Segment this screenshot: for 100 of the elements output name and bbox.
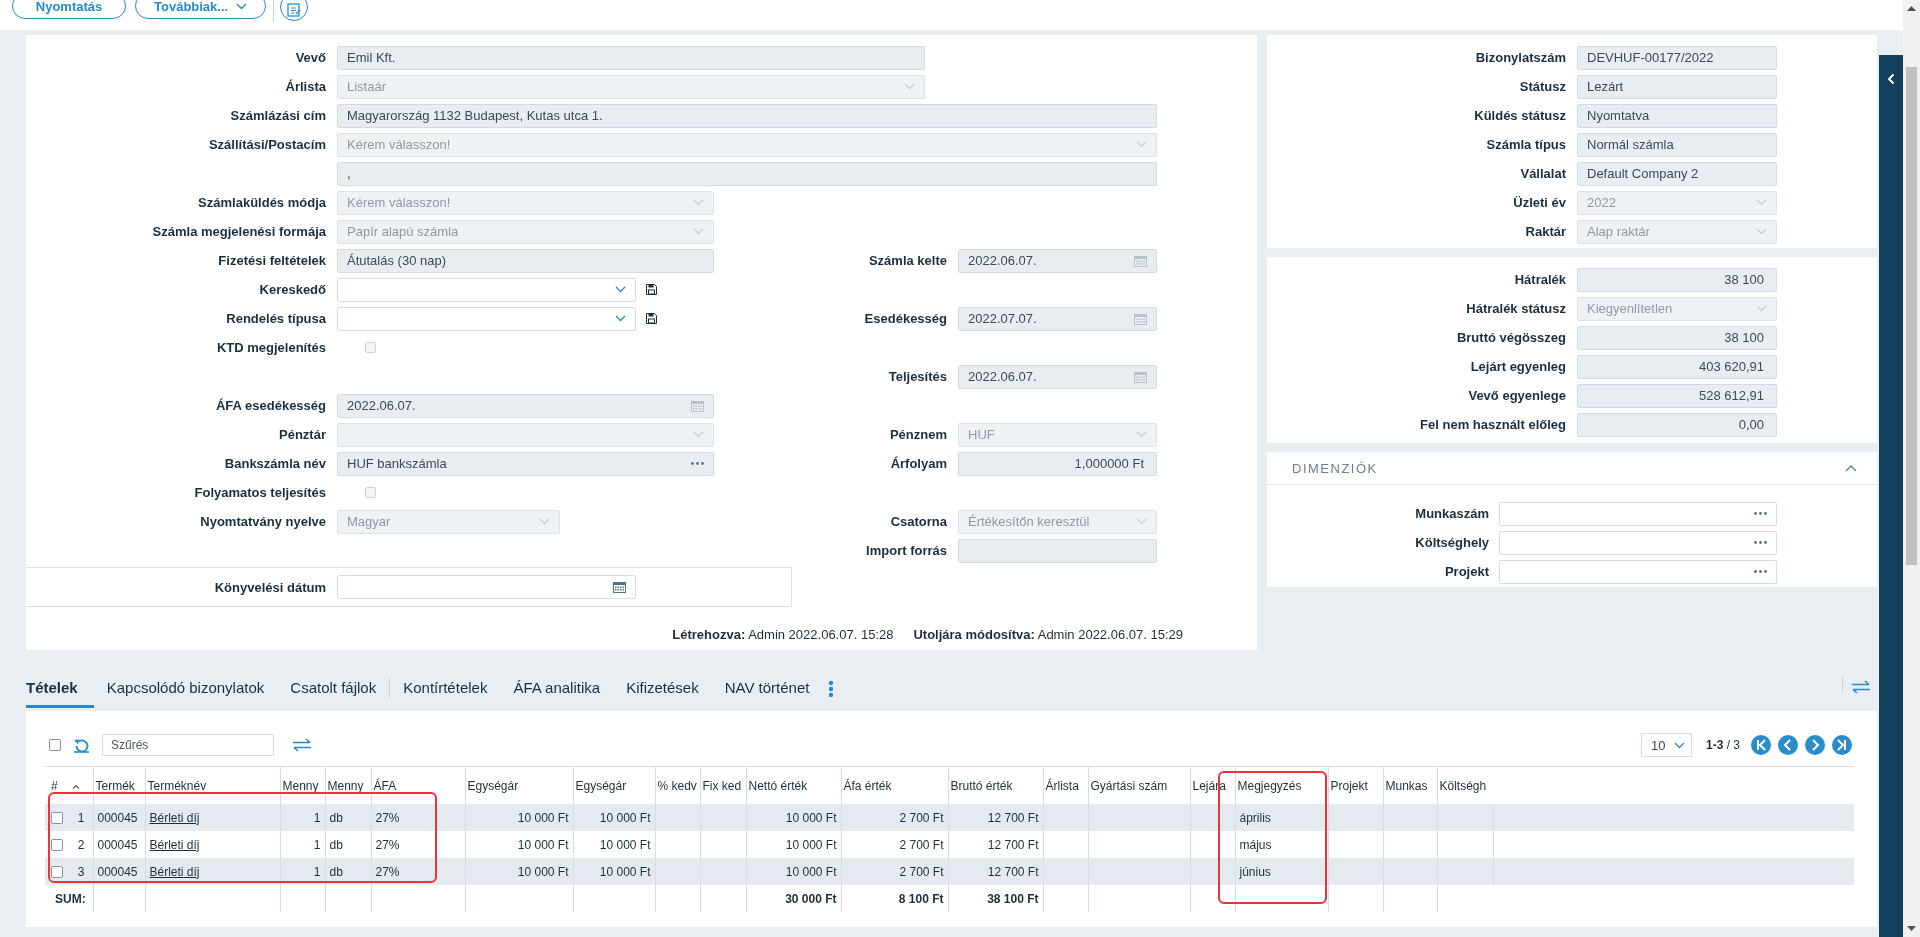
dropdown-field[interactable]: [337, 277, 636, 302]
column-header[interactable]: Fix ked: [702, 778, 742, 793]
tab[interactable]: Kapcsolódó bizonylatok: [93, 670, 278, 708]
field-label: Fizetési feltételek: [218, 253, 326, 268]
field-label: Csatorna: [890, 514, 947, 529]
checkbox[interactable]: [51, 865, 63, 878]
chevron-down-icon: [1136, 518, 1147, 525]
swap-icon[interactable]: [1851, 680, 1871, 694]
field-label: Munkaszám: [1415, 506, 1489, 521]
table-cell: 12 700 Ft: [948, 804, 1043, 831]
field-label: Számla típus: [1486, 137, 1566, 152]
tab[interactable]: ÁFA analitika: [500, 670, 614, 708]
column-header[interactable]: Egységár: [575, 778, 627, 793]
field-label: Import forrás: [866, 543, 947, 558]
more-vertical-icon[interactable]: [828, 680, 835, 698]
product-link[interactable]: Bérleti díj: [149, 837, 200, 852]
previous-page-button[interactable]: [1778, 735, 1798, 755]
checkbox[interactable]: [51, 838, 63, 851]
calendar-icon: [1134, 254, 1147, 267]
checkbox[interactable]: [49, 739, 61, 751]
column-header[interactable]: Menny: [282, 778, 319, 793]
more-icon: [1754, 512, 1767, 515]
field-label: Bruttó végösszeg: [1456, 330, 1566, 345]
column-header[interactable]: Nettó érték: [748, 778, 808, 793]
field-label: Folyamatos teljesítés: [194, 485, 326, 500]
column-header[interactable]: ÁFA: [373, 778, 397, 793]
sort-icon[interactable]: [71, 783, 80, 789]
save-icon[interactable]: [646, 313, 657, 324]
field-label: Státusz: [1519, 79, 1566, 94]
more-icon: [691, 462, 704, 465]
chevron-down-icon: [615, 286, 626, 293]
notes-button[interactable]: [280, 0, 309, 21]
total-cell: 8 100 Ft: [841, 885, 948, 912]
table-cell: db: [325, 858, 371, 885]
dropdown-field[interactable]: [337, 306, 636, 331]
tab[interactable]: NAV történet: [711, 670, 823, 708]
scroll-up-icon[interactable]: [1907, 6, 1916, 11]
lookup-field[interactable]: [1499, 501, 1777, 526]
scroll-down-icon[interactable]: [1907, 926, 1916, 931]
table-cell: 1: [280, 804, 325, 831]
sum-label: SUM:: [45, 885, 93, 912]
lookup-field[interactable]: [1499, 530, 1777, 555]
column-header[interactable]: Gyártási szám: [1090, 778, 1168, 793]
table-cell: 000045: [93, 858, 145, 885]
field-label: Árlista: [285, 79, 326, 94]
print-button[interactable]: Nyomtatás: [12, 0, 126, 19]
column-header[interactable]: Megjegyzés: [1237, 778, 1302, 793]
scrollbar[interactable]: [1903, 0, 1920, 937]
page-range: 1-3 / 3: [1705, 738, 1740, 752]
chevron-down-icon: [615, 315, 626, 322]
tab[interactable]: Tételek: [26, 670, 94, 708]
field-label: Számla kelte: [868, 253, 947, 268]
chevron-down-icon: [1756, 228, 1767, 235]
filter-field[interactable]: Szűrés: [102, 734, 274, 756]
tab[interactable]: Csatolt fájlok: [277, 670, 390, 708]
page-size-dropdown[interactable]: 10: [1640, 733, 1692, 757]
row-number: 1: [77, 810, 85, 825]
field-label: Költséghely: [1415, 535, 1489, 550]
save-icon[interactable]: [646, 284, 657, 295]
more-menu-button[interactable]: Továbbiak...: [135, 0, 267, 19]
column-header[interactable]: Egységár: [467, 778, 519, 793]
column-header[interactable]: Termék: [95, 778, 135, 793]
column-header[interactable]: % kedv: [657, 778, 697, 793]
field-label: Rendelés típusa: [226, 311, 326, 326]
side-drawer-handle[interactable]: [1879, 55, 1903, 937]
total-cell: 38 100 Ft: [948, 885, 1043, 912]
column-header[interactable]: Projekt: [1330, 778, 1368, 793]
field-label: Nyomtatvány nyelve: [200, 514, 326, 529]
last-page-button[interactable]: [1832, 735, 1852, 755]
column-header[interactable]: Árlista: [1045, 778, 1079, 793]
total-cell: 30 000 Ft: [746, 885, 841, 912]
lookup-field[interactable]: [1499, 559, 1777, 584]
swap-icon[interactable]: [292, 738, 312, 752]
column-header[interactable]: Menny: [327, 778, 364, 793]
date-field[interactable]: [337, 575, 636, 599]
chevron-down-icon: [539, 518, 550, 525]
field-label: Vevő: [295, 50, 326, 65]
column-header[interactable]: Költségh: [1439, 778, 1487, 793]
first-page-button[interactable]: [1751, 735, 1771, 755]
table-cell: 000045: [93, 804, 145, 831]
table-cell: db: [325, 804, 371, 831]
checkbox[interactable]: [51, 811, 63, 824]
refresh-icon[interactable]: [73, 737, 90, 753]
notes-icon: [286, 1, 303, 18]
field-label: Fel nem használt előleg: [1420, 417, 1566, 432]
next-page-button[interactable]: [1805, 735, 1825, 755]
column-header[interactable]: Bruttó érték: [950, 778, 1013, 793]
column-header[interactable]: Munkas: [1385, 778, 1428, 793]
chevron-up-icon[interactable]: [1845, 464, 1857, 472]
field-label: Lejárt egyenleg: [1470, 359, 1566, 374]
column-header[interactable]: #: [51, 778, 58, 793]
field-label: Vevő egyenlege: [1468, 388, 1566, 403]
column-header[interactable]: Áfa érték: [843, 778, 892, 793]
field-label: Esedékesség: [864, 311, 947, 326]
tab[interactable]: Kifizetések: [613, 670, 712, 708]
tab[interactable]: Kontírtételek: [390, 670, 501, 708]
table-cell: 10 000 Ft: [746, 804, 841, 831]
column-header[interactable]: Terméknév: [147, 778, 207, 793]
table-cell: április: [1235, 804, 1328, 831]
calendar-icon: [1134, 312, 1147, 325]
